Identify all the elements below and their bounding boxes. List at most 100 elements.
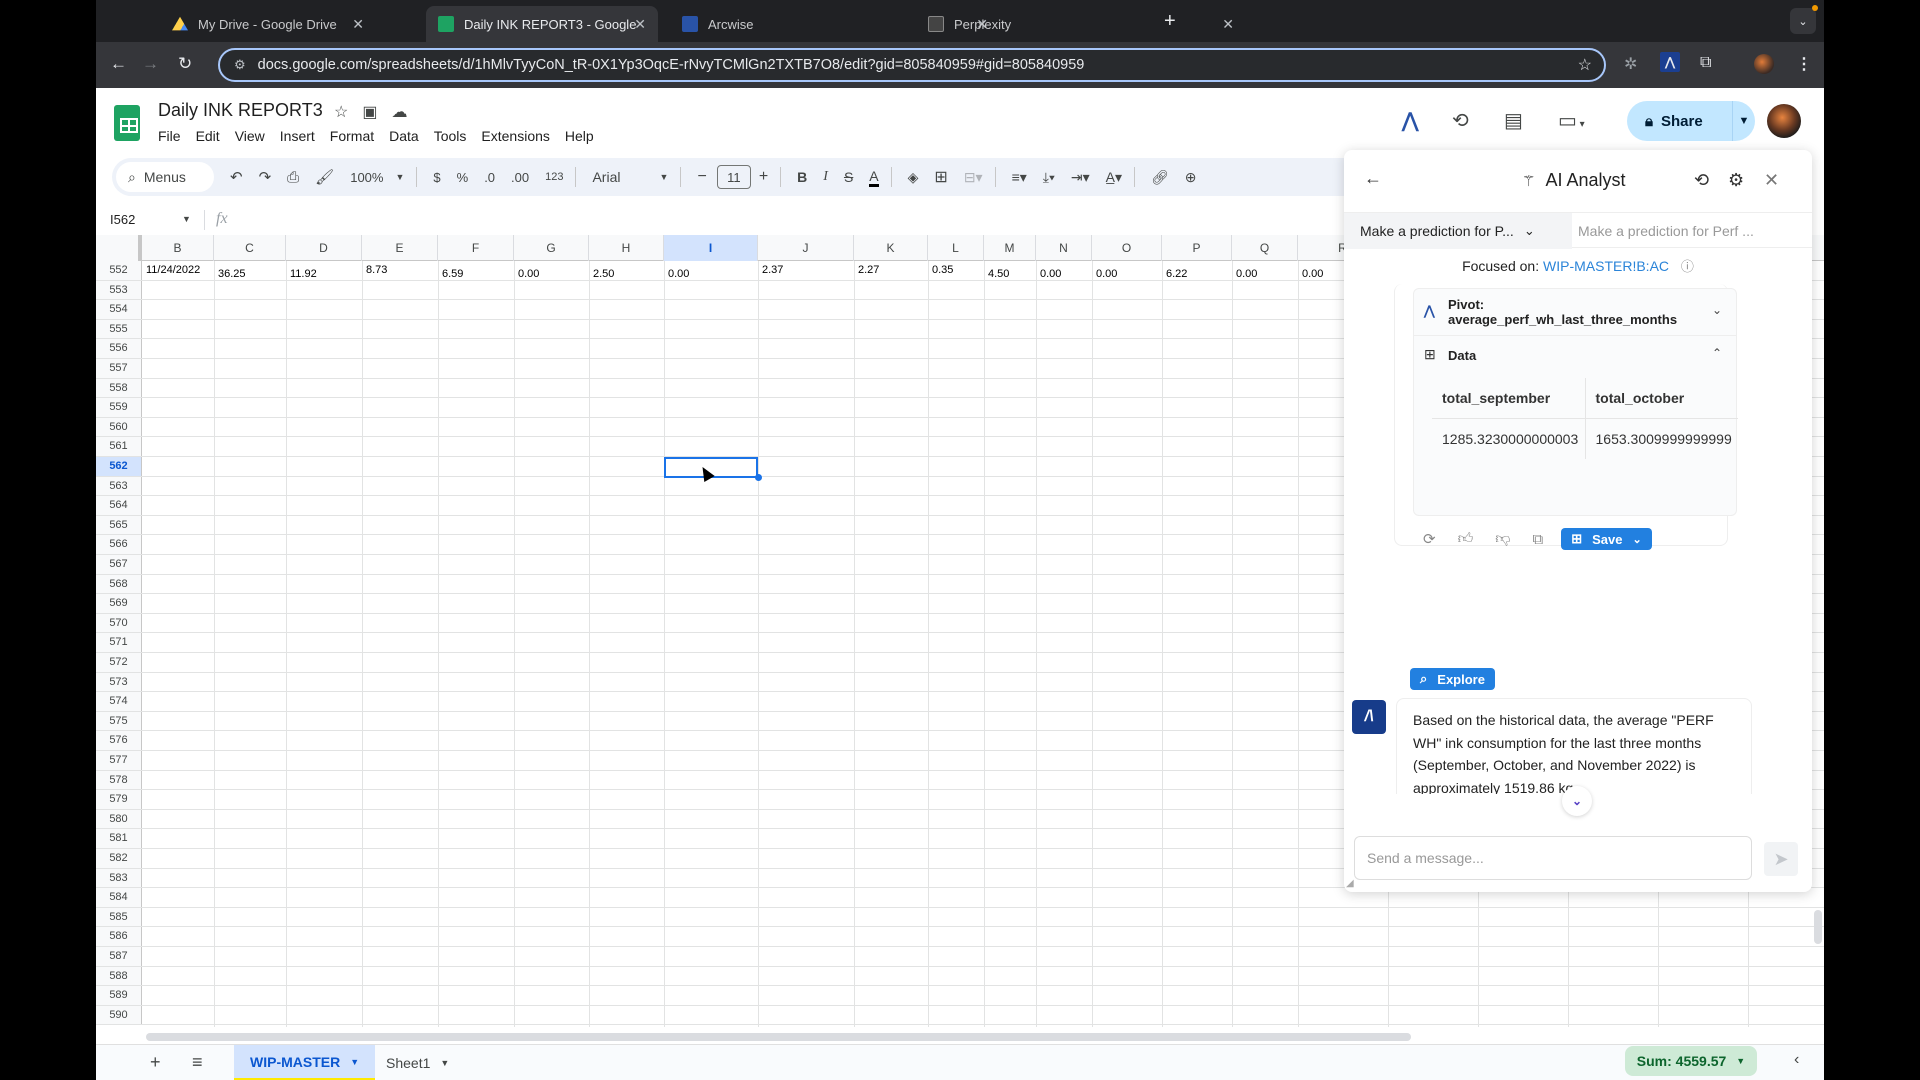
row-header[interactable]: 576: [96, 731, 142, 750]
row-header[interactable]: 580: [96, 809, 142, 829]
row-header[interactable]: 553: [96, 280, 142, 300]
info-icon[interactable]: ⓘ: [1681, 259, 1694, 274]
paint-format-icon[interactable]: 🖌︎: [315, 168, 334, 186]
chat-scroll-area[interactable]: ⋀ Pivot: average_perf_wh_last_three_mont…: [1344, 284, 1812, 794]
tab-search-button[interactable]: ⌄: [1790, 8, 1816, 34]
settings-gear-icon[interactable]: ⚙: [1728, 170, 1744, 191]
row-header[interactable]: 585: [96, 907, 142, 927]
increase-decimal-button[interactable]: .00: [511, 170, 529, 185]
cell[interactable]: 0.35: [932, 264, 953, 276]
close-tab-icon[interactable]: ✕: [352, 16, 364, 33]
insert-link-icon[interactable]: 🔗︎: [1151, 169, 1169, 186]
cell[interactable]: 6.59: [442, 268, 463, 280]
browser-profile-avatar[interactable]: [1754, 54, 1774, 74]
arcwise-extension-icon[interactable]: ⋀: [1660, 52, 1680, 72]
extensions-puzzle-icon[interactable]: ⧉: [1700, 54, 1711, 72]
version-history-icon[interactable]: ⟲: [1452, 108, 1469, 133]
row-header[interactable]: 575: [96, 711, 142, 731]
row-header[interactable]: 554: [96, 300, 142, 319]
row-header[interactable]: 555: [96, 319, 142, 339]
regenerate-icon[interactable]: ⟳: [1423, 530, 1436, 548]
row-header[interactable]: 558: [96, 378, 142, 398]
redo-icon[interactable]: ↷: [259, 168, 272, 186]
font-select[interactable]: Arial ▼: [592, 169, 668, 185]
copy-icon[interactable]: ⧉: [1533, 531, 1544, 548]
side-panel-toggle-icon[interactable]: ‹: [1794, 1051, 1799, 1069]
column-header-e[interactable]: E: [362, 235, 438, 261]
move-folder-icon[interactable]: ▣: [362, 102, 377, 122]
select-all-corner[interactable]: [96, 235, 142, 261]
percent-format-button[interactable]: %: [457, 170, 469, 185]
comments-icon[interactable]: ▤: [1504, 108, 1523, 133]
tab-google-drive[interactable]: My Drive - Google Drive ✕: [160, 6, 376, 42]
row-header[interactable]: 564: [96, 496, 142, 515]
menu-view[interactable]: View: [235, 128, 265, 144]
row-header[interactable]: 579: [96, 790, 142, 809]
row-header[interactable]: 567: [96, 555, 142, 574]
cell[interactable]: 11/24/2022: [146, 264, 200, 276]
chevron-down-icon[interactable]: ▼: [182, 214, 191, 224]
column-header-j[interactable]: J: [758, 235, 854, 261]
cell[interactable]: 0.00: [668, 268, 689, 280]
decrease-font-size-icon[interactable]: −: [697, 168, 706, 186]
column-header-q[interactable]: Q: [1232, 235, 1298, 261]
decrease-decimal-button[interactable]: .0: [484, 170, 495, 185]
row-header[interactable]: 590: [96, 1005, 142, 1025]
row-header[interactable]: 570: [96, 613, 142, 633]
cell[interactable]: 2.50: [593, 268, 614, 280]
row-header[interactable]: 577: [96, 751, 142, 770]
row-header[interactable]: 552: [96, 261, 142, 280]
back-arrow-icon[interactable]: ←: [1364, 168, 1382, 189]
sheet-tab-wip-master[interactable]: WIP-MASTER ▼: [234, 1045, 376, 1080]
menu-insert[interactable]: Insert: [280, 128, 315, 144]
scroll-to-bottom-button[interactable]: ⌄: [1562, 786, 1592, 816]
message-input[interactable]: Send a message...: [1354, 836, 1752, 880]
address-bar[interactable]: ⚙ docs.google.com/spreadsheets/d/1hMlvTy…: [218, 48, 1606, 82]
chevron-down-icon[interactable]: ⌄: [1633, 533, 1642, 546]
sum-indicator[interactable]: Sum: 4559.57 ▼: [1625, 1046, 1757, 1076]
fill-color-icon[interactable]: ◈: [908, 169, 919, 186]
column-header-h[interactable]: H: [589, 235, 664, 261]
menu-file[interactable]: File: [158, 128, 181, 144]
column-header-n[interactable]: N: [1036, 235, 1092, 261]
row-header[interactable]: 573: [96, 672, 142, 692]
row-header[interactable]: 588: [96, 966, 142, 986]
history-icon[interactable]: ⟲: [1694, 170, 1709, 191]
row-header[interactable]: 572: [96, 653, 142, 672]
prompt-history-select[interactable]: Make a prediction for P... ⌄: [1344, 213, 1572, 249]
thumbs-up-icon[interactable]: 👍︎: [1458, 530, 1474, 548]
currency-format-button[interactable]: $: [433, 170, 440, 185]
row-header[interactable]: 562: [96, 457, 142, 476]
cell[interactable]: 2.37: [762, 264, 783, 276]
column-header-f[interactable]: F: [438, 235, 514, 261]
row-header[interactable]: 560: [96, 417, 142, 437]
font-size-input[interactable]: 11: [716, 165, 751, 189]
row-header[interactable]: 565: [96, 515, 142, 535]
text-wrapping-icon[interactable]: ⇥▾: [1071, 169, 1090, 186]
row-header[interactable]: 589: [96, 986, 142, 1005]
cell[interactable]: 0.00: [518, 268, 539, 280]
row-header[interactable]: 556: [96, 339, 142, 358]
menu-tools[interactable]: Tools: [434, 128, 467, 144]
chevron-down-icon[interactable]: ▼: [350, 1057, 359, 1067]
column-header-p[interactable]: P: [1162, 235, 1232, 261]
pivot-section[interactable]: ⋀ Pivot: average_perf_wh_last_three_mont…: [1413, 288, 1737, 336]
close-tab-icon[interactable]: ✕: [634, 16, 646, 33]
cell[interactable]: 0.00: [1302, 268, 1323, 280]
new-tab-button[interactable]: +: [1164, 10, 1176, 33]
column-header-i[interactable]: I: [664, 235, 758, 261]
focused-range-link[interactable]: WIP-MASTER!B:AC: [1543, 258, 1669, 274]
explore-button[interactable]: ⌕ Explore: [1410, 668, 1495, 690]
formula-input[interactable]: [236, 212, 1336, 232]
row-header[interactable]: 557: [96, 359, 142, 378]
meet-video-icon[interactable]: ▭ ▾: [1558, 108, 1585, 133]
merge-cells-icon[interactable]: ⊟▾: [964, 169, 983, 186]
sheet-tab-sheet1[interactable]: Sheet1 ▼: [370, 1045, 465, 1080]
browser-menu-icon[interactable]: ⋮: [1796, 54, 1812, 74]
column-header-m[interactable]: M: [984, 235, 1036, 261]
prompt-title-input[interactable]: Make a prediction for Perf ...: [1578, 223, 1754, 239]
cloud-saved-icon[interactable]: ☁: [391, 102, 407, 122]
resize-handle-icon[interactable]: ◢: [1346, 878, 1354, 889]
cell[interactable]: 11.92: [290, 268, 317, 280]
column-header-k[interactable]: K: [854, 235, 928, 261]
